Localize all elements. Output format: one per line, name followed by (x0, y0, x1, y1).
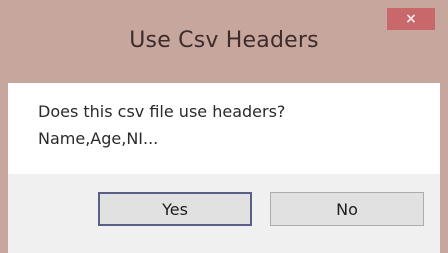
no-button[interactable]: No (270, 192, 424, 226)
close-icon: × (405, 11, 417, 27)
message-area: Does this csv file use headers? Name,Age… (8, 83, 440, 174)
dialog-window: Use Csv Headers × Does this csv file use… (0, 0, 448, 253)
yes-button[interactable]: Yes (98, 192, 252, 226)
dialog-body: Does this csv file use headers? Name,Age… (8, 83, 440, 253)
dialog-title: Use Csv Headers (129, 28, 319, 53)
title-bar[interactable]: Use Csv Headers × (0, 0, 448, 88)
close-button[interactable]: × (387, 8, 435, 30)
dialog-message: Does this csv file use headers? Name,Age… (38, 102, 286, 148)
